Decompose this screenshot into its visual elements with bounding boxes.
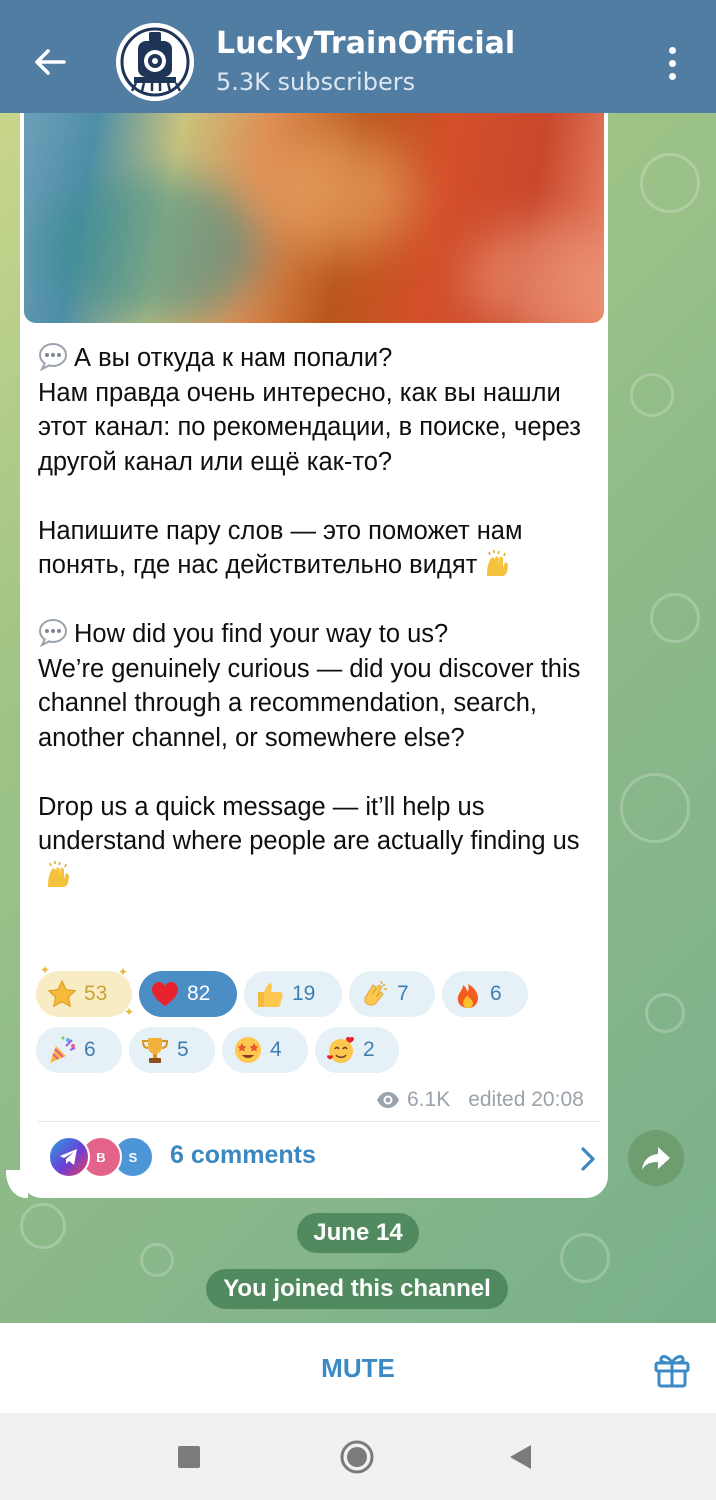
reaction-count: 4 <box>270 1038 282 1061</box>
home-circle-icon <box>340 1440 374 1474</box>
eye-icon <box>377 1092 399 1108</box>
home-button[interactable] <box>337 1437 377 1477</box>
post-paragraph-ru-question: А вы откуда к нам попали? Нам правда оче… <box>38 341 598 479</box>
post-meta: 6.1K edited 20:08 <box>375 1087 584 1113</box>
red-heart-emoji-icon <box>152 982 178 1006</box>
more-vertical-icon <box>668 46 676 54</box>
share-arrow-icon <box>642 1147 670 1170</box>
reaction-count: 19 <box>292 982 316 1005</box>
chevron-right-icon <box>581 1147 595 1171</box>
telegram-logo-icon <box>60 1149 77 1165</box>
arrow-left-icon <box>35 49 66 75</box>
reaction-clap[interactable]: 7 <box>349 971 435 1017</box>
edited-time: edited 20:08 <box>468 1088 584 1111</box>
reaction-thumbs-up[interactable]: 19 <box>244 971 342 1017</box>
comments-count-label: 6 comments <box>170 1141 316 1169</box>
reaction-party[interactable]: 6 <box>36 1027 122 1073</box>
channel-post[interactable]: А вы откуда к нам попали? Нам правда оче… <box>20 113 608 1198</box>
mute-button[interactable]: MUTE <box>298 1323 418 1413</box>
reaction-count: 7 <box>397 982 409 1005</box>
back-button[interactable] <box>22 30 78 94</box>
chat-header: LuckyTrainOfficial 5.3K subscribers <box>0 0 716 113</box>
post-paragraph-en-question: How did you find your way to us? We’re g… <box>38 617 598 755</box>
date-separator: June 14 <box>297 1213 419 1253</box>
raising-hands-emoji-icon <box>487 550 509 576</box>
speech-balloon-emoji-icon <box>39 343 67 371</box>
system-back-button[interactable] <box>500 1437 540 1477</box>
star-struck-emoji-icon <box>235 1037 261 1063</box>
channel-title[interactable]: LuckyTrainOfficial <box>216 26 515 61</box>
view-count: 6.1K <box>407 1088 451 1111</box>
reactions-bar: ✦ ✦ ✦ 53 82 19 7 6 6 5 4 2 <box>36 963 596 1083</box>
party-popper-emoji-icon <box>50 1036 76 1063</box>
reaction-count: 2 <box>363 1038 375 1061</box>
thumbs-up-emoji-icon <box>258 983 283 1007</box>
reaction-smiling-hearts[interactable]: 2 <box>315 1027 399 1073</box>
speech-balloon-emoji-icon <box>39 619 67 647</box>
subscriber-count: 5.3K subscribers <box>216 68 416 96</box>
star-emoji-icon <box>47 979 77 1008</box>
reaction-count: 6 <box>84 1038 96 1061</box>
joined-channel-notice: You joined this channel <box>206 1269 508 1309</box>
recent-apps-button[interactable] <box>169 1437 209 1477</box>
post-paragraph-ru-request: Напишите пару слов — это поможет нам пон… <box>38 516 523 580</box>
smiling-face-with-hearts-emoji-icon <box>327 1036 354 1063</box>
comments-button[interactable]: B S 6 comments <box>38 1127 600 1189</box>
square-icon <box>178 1446 200 1468</box>
trophy-emoji-icon <box>141 1038 169 1063</box>
reaction-count: 6 <box>490 982 502 1005</box>
reaction-count: 5 <box>177 1038 189 1061</box>
reaction-count: 53 <box>84 982 108 1005</box>
post-paragraph-en-request: Drop us a quick message — it’ll help us … <box>38 790 598 894</box>
comments-divider <box>38 1121 600 1122</box>
reaction-trophy[interactable]: 5 <box>129 1027 215 1073</box>
channel-avatar[interactable] <box>116 23 194 101</box>
train-logo-icon <box>116 23 194 101</box>
reaction-star[interactable]: ✦ ✦ ✦ 53 <box>36 963 134 1019</box>
reaction-star-struck[interactable]: 4 <box>222 1027 308 1073</box>
clapping-hands-emoji-icon <box>364 980 387 1006</box>
reaction-fire[interactable]: 6 <box>442 971 528 1017</box>
reaction-heart[interactable]: 82 <box>139 971 237 1017</box>
back-triangle-icon <box>510 1445 531 1469</box>
more-menu-button[interactable] <box>650 40 694 86</box>
gift-icon[interactable] <box>652 1349 692 1389</box>
system-navigation-bar <box>0 1413 716 1500</box>
post-text: А вы откуда к нам попали? Нам правда оче… <box>38 341 598 893</box>
post-media-blurred[interactable] <box>24 113 604 323</box>
bottom-action-bar: MUTE <box>0 1323 716 1413</box>
raising-hands-emoji-icon <box>48 860 69 887</box>
commenter-avatar-telegram <box>48 1136 90 1178</box>
reaction-count: 82 <box>187 982 211 1005</box>
share-button[interactable] <box>628 1130 684 1186</box>
fire-emoji-icon <box>457 984 478 1008</box>
